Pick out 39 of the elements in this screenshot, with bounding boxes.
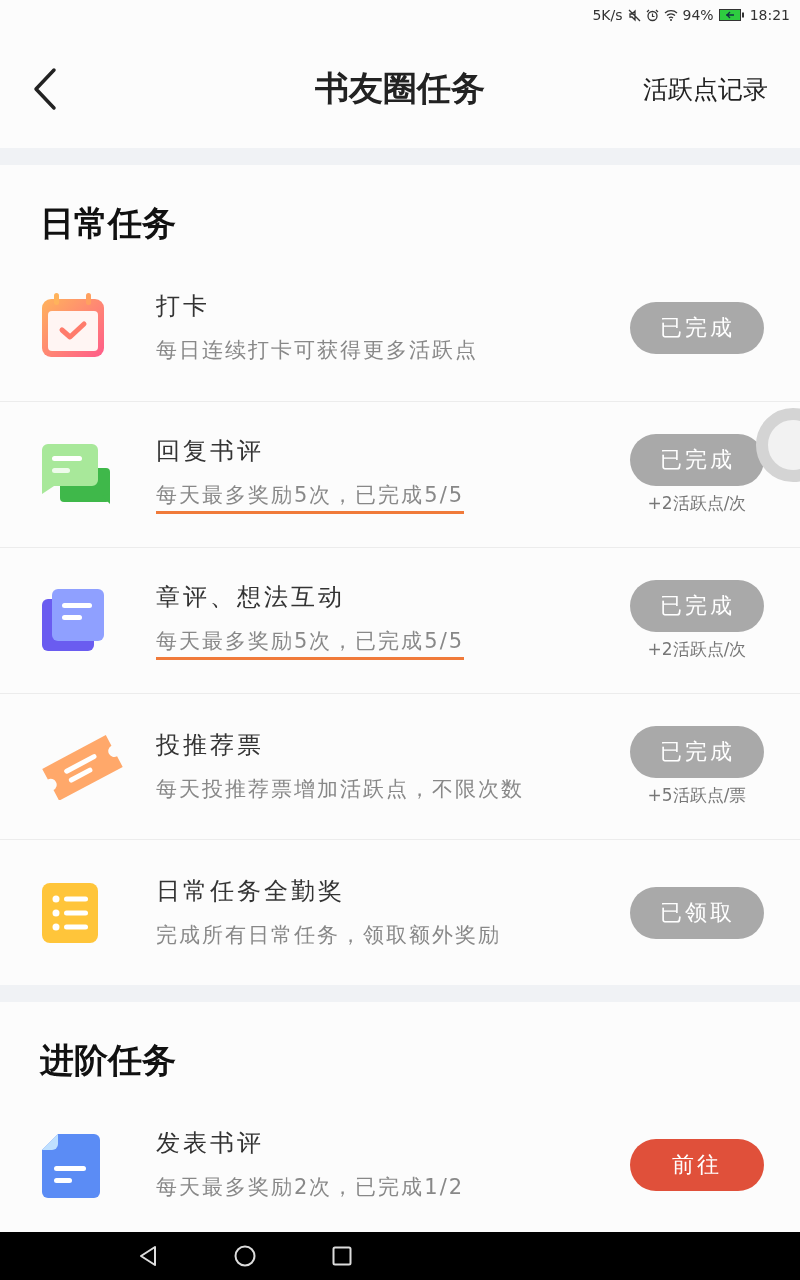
task-title: 打卡	[156, 291, 210, 322]
task-title: 投推荐票	[156, 729, 264, 761]
task-button[interactable]: 已领取	[630, 886, 764, 939]
task-button[interactable]: 已完成	[630, 302, 764, 354]
chat-bubbles-icon	[40, 443, 112, 506]
battery-icon	[718, 9, 745, 21]
task-button[interactable]: 已完成	[630, 434, 764, 486]
activity-record-link[interactable]: 活跃点记录	[643, 72, 768, 106]
alarm-icon	[645, 8, 659, 22]
clock-time: 18:21	[749, 7, 790, 23]
mute-icon	[627, 8, 641, 22]
battery-percent: 94%	[682, 7, 714, 23]
reward-label: +5活跃点/票	[647, 784, 747, 807]
recents-nav-icon[interactable]	[332, 1246, 352, 1266]
task-title: 发表书评	[156, 1128, 264, 1159]
task-description: 每天最多奖励2次，已完成1/2	[156, 1174, 465, 1201]
task-button[interactable]: 前往	[630, 1139, 764, 1191]
section-title: 日常任务	[39, 202, 177, 245]
task-button[interactable]: 已完成	[630, 726, 764, 778]
page-title: 书友圈任务	[315, 67, 485, 110]
home-nav-icon[interactable]	[234, 1245, 256, 1267]
section-title: 进阶任务	[38, 1039, 177, 1082]
task-description: 完成所有日常任务，领取额外奖励	[156, 921, 501, 949]
task-button[interactable]: 已完成	[630, 580, 764, 632]
back-nav-icon[interactable]	[138, 1245, 158, 1267]
network-speed: 5K/s	[592, 7, 623, 23]
task-title: 日常任务全勤奖	[156, 875, 345, 907]
task-title: 章评、想法互动	[156, 582, 345, 613]
task-description: 每天投推荐票增加活跃点，不限次数	[156, 775, 524, 803]
wifi-icon	[663, 9, 678, 21]
task-description: 每天最多奖励5次，已完成5/5	[156, 481, 465, 514]
task-description: 每日连续打卡可获得更多活跃点	[156, 337, 478, 364]
ticket-icon	[40, 733, 124, 800]
task-description: 每天最多奖励5次，已完成5/5	[156, 627, 465, 660]
task-title: 回复书评	[156, 436, 264, 467]
list-icon	[40, 880, 100, 945]
document-icon	[40, 1132, 102, 1198]
reward-label: +2活跃点/次	[647, 638, 747, 661]
reward-label: +2活跃点/次	[647, 492, 747, 515]
